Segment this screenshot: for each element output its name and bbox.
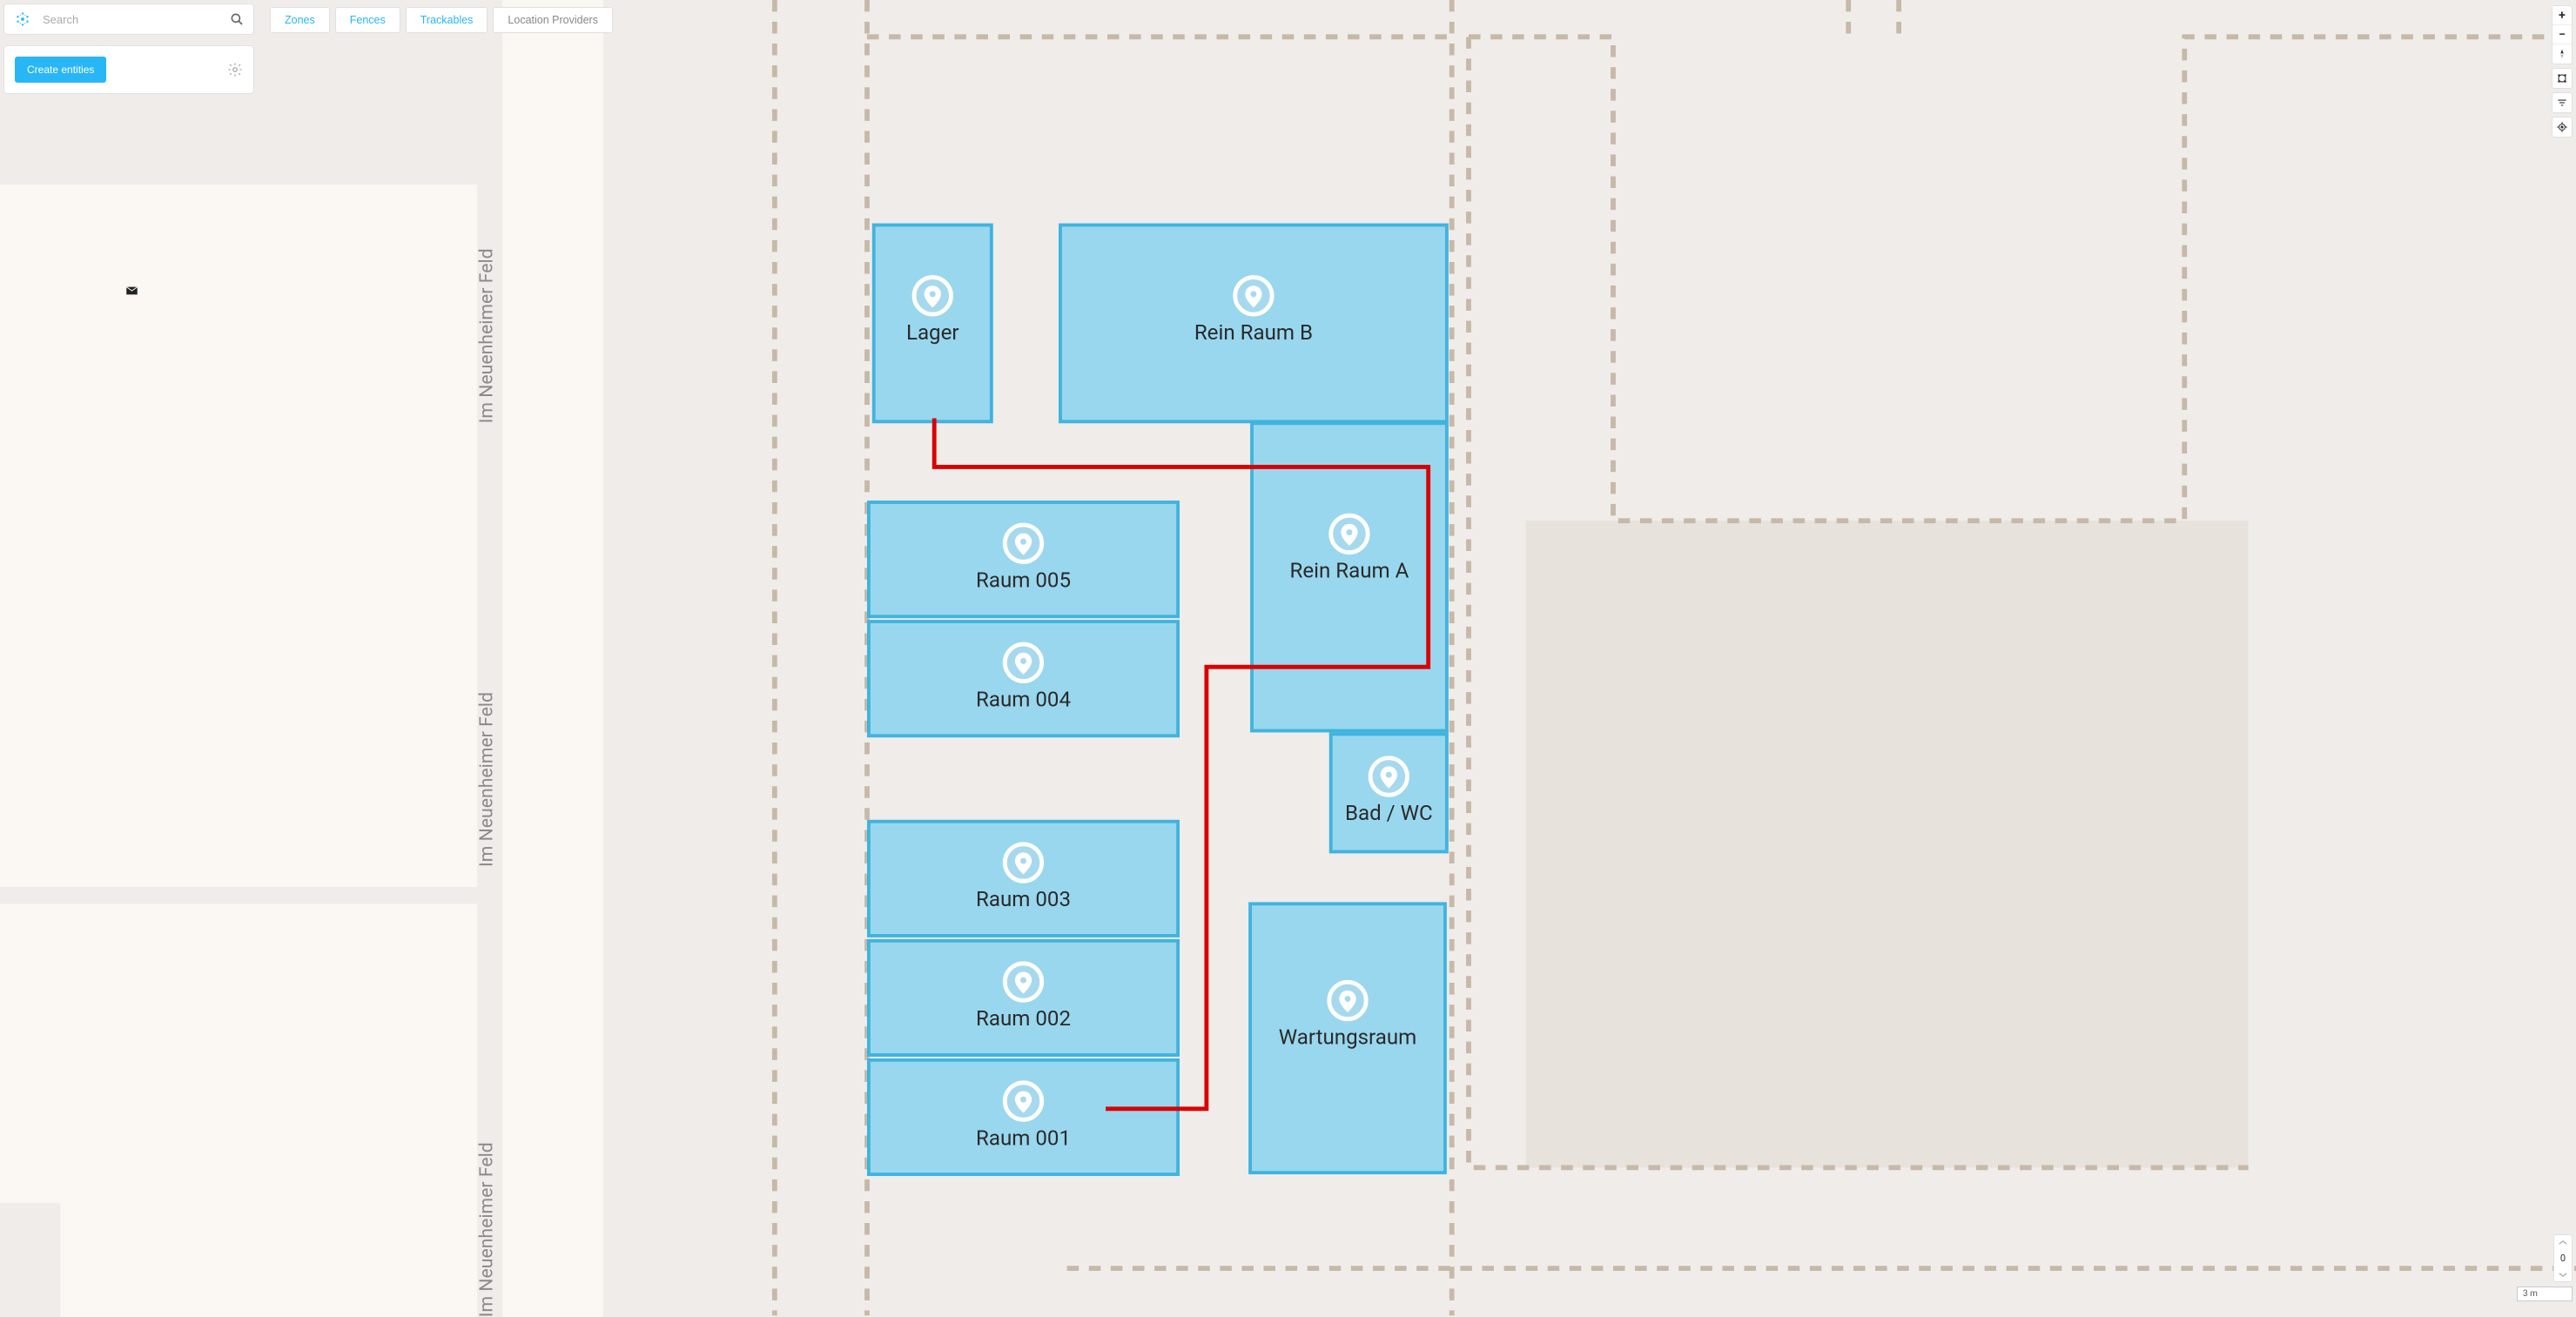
zone-reinA[interactable]: Rein Raum A <box>1252 423 1447 730</box>
reset-north-button[interactable] <box>2552 44 2572 64</box>
create-entities-button[interactable]: Create entities <box>15 57 106 83</box>
zone-label-badwc: Bad / WC <box>1345 801 1433 825</box>
tab-fences[interactable]: Fences <box>335 7 400 33</box>
gear-icon[interactable] <box>227 62 243 77</box>
street-label-2: Im Neuenheimer Feld <box>476 692 498 867</box>
zone-raum004[interactable]: Raum 004 <box>869 622 1178 736</box>
floor-current: 0 <box>2560 1249 2566 1267</box>
sidebar: Create entities <box>0 0 258 1317</box>
zone-label-reinB: Rein Raum B <box>1194 320 1313 345</box>
zone-wartung[interactable]: Wartungsraum <box>1250 904 1445 1173</box>
zone-label-raum003: Raum 003 <box>976 887 1071 911</box>
zone-raum003[interactable]: Raum 003 <box>869 822 1178 936</box>
top-tabs: Zones Fences Trackables Location Provide… <box>270 7 613 33</box>
zone-lager[interactable]: Lager <box>874 225 992 422</box>
zone-raum001[interactable]: Raum 001 <box>869 1060 1178 1174</box>
floor-up-button[interactable] <box>2553 1235 2573 1249</box>
zone-label-wartung: Wartungsraum <box>1279 1025 1417 1050</box>
zoom-out-button[interactable]: − <box>2552 25 2572 44</box>
search-input[interactable] <box>43 13 229 26</box>
filter-icon[interactable] <box>2552 93 2572 112</box>
zone-label-raum005: Raum 005 <box>976 568 1071 592</box>
floor-down-button[interactable] <box>2553 1267 2573 1281</box>
zone-label-lager: Lager <box>906 320 959 345</box>
locate-icon[interactable] <box>2552 118 2572 137</box>
tab-zones[interactable]: Zones <box>270 7 330 33</box>
street-label-3: Im Neuenheimer Feld <box>476 1142 498 1317</box>
zone-raum005[interactable]: Raum 005 <box>869 502 1178 616</box>
tools-panel: Create entities <box>3 45 254 94</box>
app-logo <box>13 10 32 29</box>
search-panel <box>3 3 254 35</box>
zone-label-reinA: Rein Raum A <box>1289 559 1409 583</box>
map-controls: + − <box>2552 5 2573 138</box>
zone-badwc[interactable]: Bad / WC <box>1331 734 1447 851</box>
street-label-1: Im Neuenheimer Feld <box>476 248 498 423</box>
floor-stepper: 0 <box>2553 1234 2573 1282</box>
zoom-in-button[interactable]: + <box>2552 6 2572 25</box>
zone-label-raum002: Raum 002 <box>976 1006 1071 1031</box>
zone-label-raum001: Raum 001 <box>976 1125 1071 1150</box>
zone-label-raum004: Raum 004 <box>976 687 1071 711</box>
scale-bar: 3 m <box>2517 1287 2573 1301</box>
zone-raum002[interactable]: Raum 002 <box>869 941 1178 1055</box>
map-canvas[interactable]: Im Neuenheimer Feld Im Neuenheimer Feld … <box>0 0 2576 1317</box>
tab-location-providers[interactable]: Location Providers <box>493 7 613 33</box>
zone-reinB[interactable]: Rein Raum B <box>1060 225 1447 422</box>
notification-icon[interactable] <box>2552 69 2572 88</box>
search-icon[interactable] <box>229 11 245 27</box>
tab-trackables[interactable]: Trackables <box>406 7 488 33</box>
mail-icon <box>125 283 138 299</box>
